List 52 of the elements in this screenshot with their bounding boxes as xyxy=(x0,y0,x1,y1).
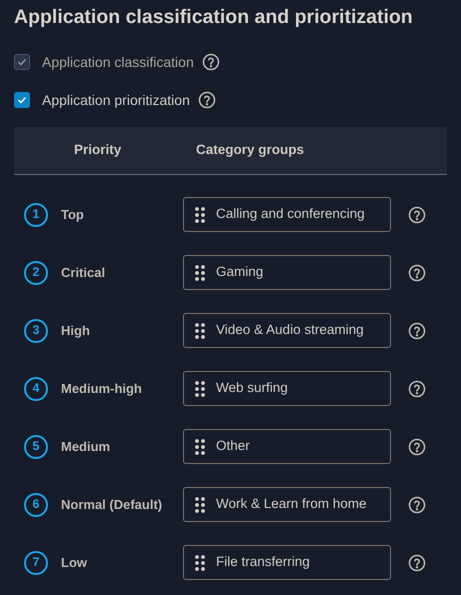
priority-number: 6 xyxy=(24,492,48,516)
option-label: Application classification xyxy=(42,52,194,72)
priority-label: Top xyxy=(61,206,85,224)
help-icon[interactable] xyxy=(198,91,216,109)
option-label: Application prioritization xyxy=(42,90,190,110)
help-icon[interactable] xyxy=(408,380,426,398)
section-title: Application classification and prioritization xyxy=(14,5,414,30)
category-chip[interactable]: Video & Audio streaming xyxy=(183,313,391,348)
check-icon xyxy=(17,57,27,67)
priority-number: 4 xyxy=(24,376,48,400)
drag-handle-icon[interactable] xyxy=(195,496,205,512)
drag-handle-icon[interactable] xyxy=(195,264,205,280)
priority-label: High xyxy=(61,322,91,340)
priority-label: Normal (Default) xyxy=(61,496,164,514)
help-icon[interactable] xyxy=(408,496,426,514)
category-label: Other xyxy=(216,437,250,456)
category-chip[interactable]: File transferring xyxy=(183,545,391,580)
category-label: Gaming xyxy=(216,263,264,282)
priority-label: Medium xyxy=(61,438,112,456)
help-icon[interactable] xyxy=(202,53,220,71)
drag-handle-icon[interactable] xyxy=(195,206,205,222)
priority-number: 2 xyxy=(24,260,48,284)
priority-number: 3 xyxy=(24,318,48,342)
drag-handle-icon[interactable] xyxy=(195,322,205,338)
help-icon[interactable] xyxy=(408,206,426,224)
priority-label: Low xyxy=(61,554,88,572)
checkbox[interactable] xyxy=(14,92,30,108)
help-icon[interactable] xyxy=(408,322,426,340)
category-label: Video & Audio streaming xyxy=(216,321,364,340)
category-label: Web surfing xyxy=(216,379,288,398)
column-header: Category groups xyxy=(196,141,304,160)
category-chip[interactable]: Gaming xyxy=(183,255,391,290)
category-label: Work & Learn from home xyxy=(216,495,367,514)
drag-handle-icon[interactable] xyxy=(195,438,205,454)
priority-label: Medium-high xyxy=(61,380,143,398)
priority-label: Critical xyxy=(61,264,106,282)
help-icon[interactable] xyxy=(408,438,426,456)
drag-handle-icon[interactable] xyxy=(195,554,205,570)
category-chip[interactable]: Other xyxy=(183,429,391,464)
category-label: File transferring xyxy=(216,553,310,572)
category-label: Calling and conferencing xyxy=(216,205,365,224)
priority-number: 1 xyxy=(24,202,48,226)
category-chip[interactable]: Work & Learn from home xyxy=(183,487,391,522)
category-chip[interactable]: Calling and conferencing xyxy=(183,197,391,232)
help-icon[interactable] xyxy=(408,264,426,282)
priority-number: 5 xyxy=(24,434,48,458)
category-chip[interactable]: Web surfing xyxy=(183,371,391,406)
drag-handle-icon[interactable] xyxy=(195,380,205,396)
priority-number: 7 xyxy=(24,550,48,574)
help-icon[interactable] xyxy=(408,554,426,572)
column-header: Priority xyxy=(74,141,122,160)
check-icon xyxy=(17,95,27,105)
